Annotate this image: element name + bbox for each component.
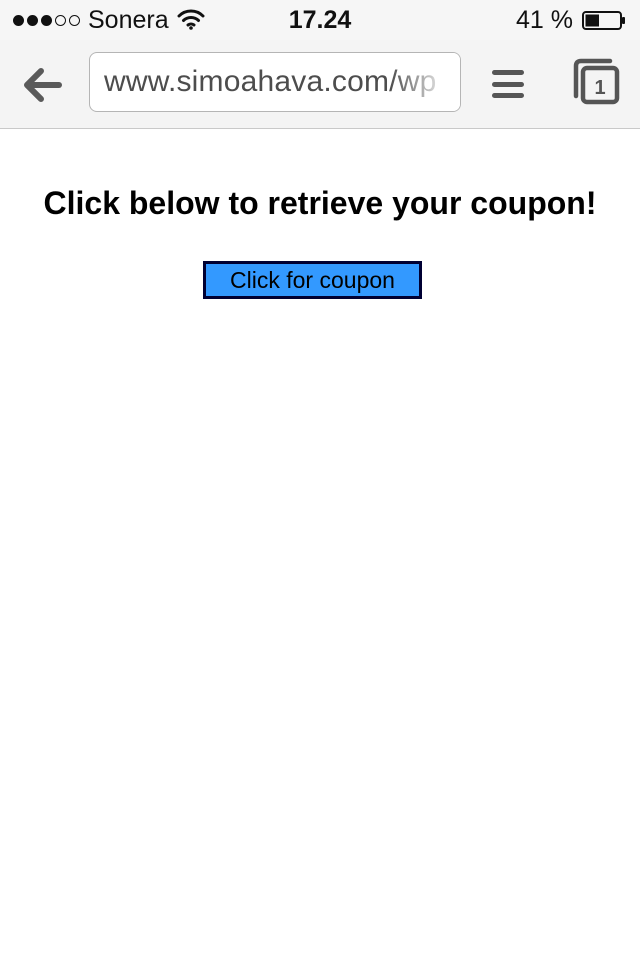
phone-screen: Sonera 17.24 41 % www.simoahava.com/wp 1…: [0, 0, 640, 960]
hamburger-menu-icon-bar: [492, 70, 524, 75]
hamburger-menu-icon-bar: [492, 93, 524, 98]
back-button[interactable]: [20, 62, 66, 108]
page-heading: Click below to retrieve your coupon!: [43, 185, 597, 221]
status-bar: Sonera 17.24 41 %: [0, 0, 640, 40]
battery-percent: 41 %: [516, 6, 573, 34]
menu-button[interactable]: [489, 66, 527, 102]
browser-toolbar: www.simoahava.com/wp 1: [0, 40, 640, 129]
tab-count: 1: [594, 77, 605, 99]
url-bar[interactable]: www.simoahava.com/wp: [89, 52, 461, 112]
back-arrow-icon: [24, 68, 62, 102]
page-content: Click below to retrieve your coupon! Cli…: [0, 129, 640, 960]
coupon-button[interactable]: Click for coupon: [203, 261, 422, 299]
battery-icon: [582, 11, 625, 30]
tabs-icon[interactable]: 1: [570, 56, 622, 108]
hamburger-menu-icon-bar: [492, 81, 524, 87]
url-fade: [390, 53, 460, 111]
url-text: www.simoahava.com/wp: [104, 65, 437, 98]
